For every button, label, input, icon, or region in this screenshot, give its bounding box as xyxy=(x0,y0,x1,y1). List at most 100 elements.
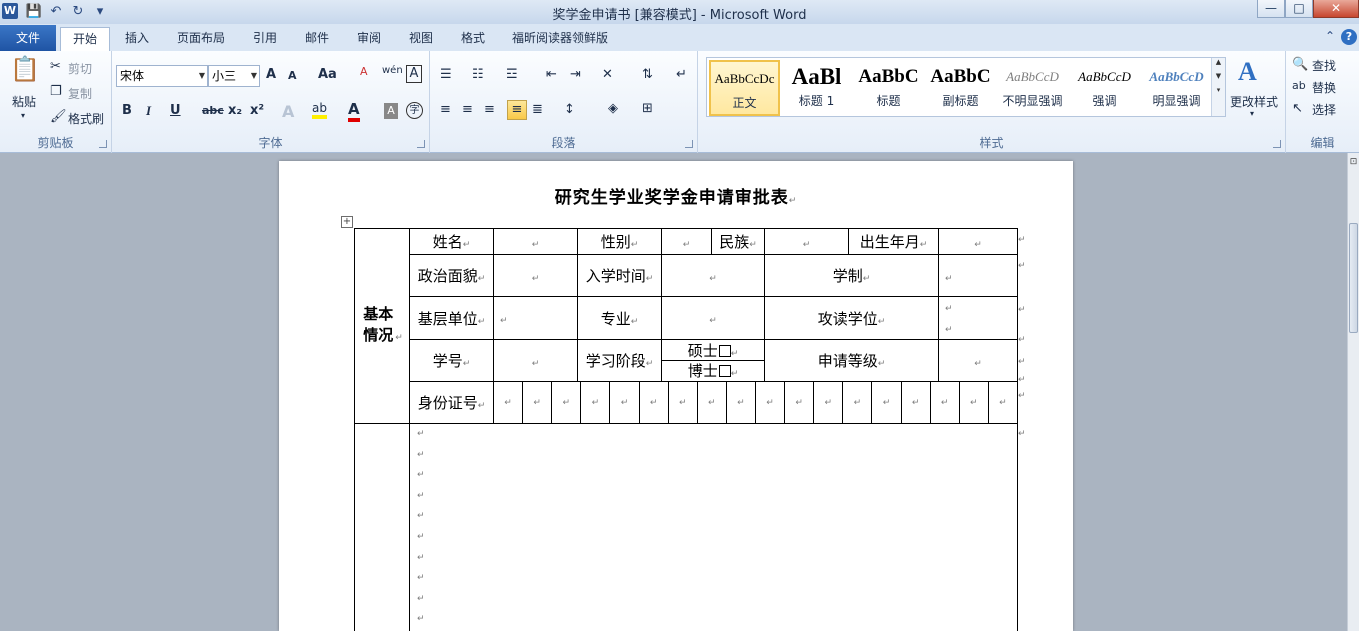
tab-foxit-reader[interactable]: 福昕阅读器领鲜版 xyxy=(504,27,616,51)
style-title[interactable]: AaBbC 标题 xyxy=(853,60,924,116)
id-card-digit-cell[interactable]: ↵ xyxy=(696,382,726,423)
underline-button[interactable]: U xyxy=(170,103,181,118)
strikethrough-button[interactable]: abc xyxy=(202,104,224,117)
style-intense-emphasis[interactable]: AaBbCcD 明显强调 xyxy=(1141,60,1212,116)
tab-file[interactable]: 文件 xyxy=(0,25,56,51)
copy-icon[interactable]: ❐ xyxy=(50,84,62,99)
minimize-button[interactable]: — xyxy=(1257,0,1285,18)
styles-launcher-icon[interactable] xyxy=(1273,140,1281,148)
degree-value-cell[interactable]: ↵ ↵ xyxy=(938,296,1018,340)
birth-value-cell[interactable]: ↵ xyxy=(938,228,1018,255)
bullets-icon[interactable]: ☰ xyxy=(440,67,452,82)
id-card-digit-cell[interactable]: ↵ xyxy=(958,382,988,423)
replace-button[interactable]: 替换 xyxy=(1312,79,1336,96)
gender-label-cell[interactable]: 性别↵ xyxy=(577,228,662,255)
chevron-down-icon[interactable]: ▼ xyxy=(199,66,205,86)
section-two-label-cell[interactable] xyxy=(354,423,410,631)
tab-home[interactable]: 开始 xyxy=(60,27,110,51)
political-value-cell[interactable]: ↵ xyxy=(493,254,578,297)
more-styles-icon[interactable]: ▾ xyxy=(1212,86,1225,94)
tab-format[interactable]: 格式 xyxy=(450,27,496,51)
id-card-label-cell[interactable]: 身份证号↵ xyxy=(409,381,494,424)
tab-page-layout[interactable]: 页面布局 xyxy=(168,27,234,51)
text-effects-icon[interactable]: A xyxy=(282,102,294,121)
multilevel-list-icon[interactable]: ☲ xyxy=(506,67,518,82)
doctor-checkbox[interactable] xyxy=(718,364,731,377)
close-button[interactable]: ✕ xyxy=(1313,0,1359,18)
id-card-digit-cell[interactable]: ↵ xyxy=(929,382,959,423)
birth-label-cell[interactable]: 出生年月↵ xyxy=(848,228,939,255)
style-subtle-emphasis[interactable]: AaBbCcD 不明显强调 xyxy=(997,60,1068,116)
cut-button[interactable]: 剪切 xyxy=(68,60,92,77)
font-name-combo[interactable]: 宋体 ▼ xyxy=(116,65,208,87)
character-shading-icon[interactable]: A xyxy=(384,103,398,119)
style-heading-1[interactable]: AaBl 标题 1 xyxy=(781,60,852,116)
chevron-down-icon[interactable]: ▼ xyxy=(251,66,257,86)
master-checkbox[interactable] xyxy=(718,344,731,357)
justify-icon[interactable]: ≡ xyxy=(507,100,527,120)
numbering-icon[interactable]: ☷ xyxy=(472,67,484,82)
paragraph-launcher-icon[interactable] xyxy=(685,140,693,148)
highlight-icon[interactable]: ab xyxy=(312,101,327,119)
vertical-scrollbar[interactable]: ⊡ xyxy=(1347,153,1359,631)
align-right-icon[interactable]: ≡ xyxy=(484,102,495,117)
font-color-icon[interactable]: A xyxy=(348,100,360,122)
ethnicity-label-cell[interactable]: 民族↵ xyxy=(711,228,765,255)
superscript-button[interactable]: x² xyxy=(250,103,264,118)
paste-button[interactable]: 粘贴 xyxy=(12,93,36,110)
format-painter-icon[interactable]: 🖌 xyxy=(50,109,67,124)
name-value-cell[interactable]: ↵ xyxy=(493,228,578,255)
italic-button[interactable]: I xyxy=(146,103,151,119)
major-label-cell[interactable]: 专业↵ xyxy=(577,296,662,340)
name-label-cell[interactable]: 姓名↵ xyxy=(409,228,494,255)
paragraph-shading-icon[interactable]: ◈ xyxy=(608,101,618,116)
chevron-down-icon[interactable]: ▼ xyxy=(1212,72,1225,80)
id-card-digit-cell[interactable]: ↵ xyxy=(725,382,755,423)
clipboard-launcher-icon[interactable] xyxy=(99,140,107,148)
bold-button[interactable]: B xyxy=(122,103,132,118)
id-card-digit-cell[interactable]: ↵ xyxy=(987,382,1017,423)
replace-icon[interactable]: ab xyxy=(1292,79,1306,92)
stage-value-cell[interactable]: 硕士 ↵ 博士 ↵ xyxy=(661,339,765,382)
font-size-combo[interactable]: 小三 ▼ xyxy=(208,65,260,87)
paste-dropdown-icon[interactable]: ▾ xyxy=(21,111,25,120)
tab-view[interactable]: 视图 xyxy=(398,27,444,51)
tab-references[interactable]: 引用 xyxy=(242,27,288,51)
style-normal[interactable]: AaBbCcDc 正文 xyxy=(709,60,780,116)
tab-insert[interactable]: 插入 xyxy=(114,27,160,51)
select-icon[interactable]: ↖ xyxy=(1292,101,1303,116)
id-card-digit-cell[interactable]: ↵ xyxy=(638,382,668,423)
major-value-cell[interactable]: ↵ xyxy=(661,296,765,340)
student-id-label-cell[interactable]: 学号↵ xyxy=(409,339,494,382)
enroll-value-cell[interactable]: ↵ xyxy=(661,254,765,297)
shrink-font-icon[interactable]: A xyxy=(288,69,297,82)
gender-value-cell[interactable]: ↵ xyxy=(661,228,712,255)
collapse-ribbon-icon[interactable]: ⌃ xyxy=(1325,29,1335,45)
paste-icon[interactable]: 📋 xyxy=(10,55,40,89)
line-spacing-icon[interactable]: ↕ xyxy=(564,102,575,117)
borders-icon[interactable]: ⊞ xyxy=(642,101,653,116)
doctor-option[interactable]: 博士 ↵ xyxy=(663,361,764,381)
help-icon[interactable]: ? xyxy=(1341,29,1357,45)
find-button[interactable]: 查找 xyxy=(1312,57,1336,74)
change-case-icon[interactable]: Aa xyxy=(318,67,337,82)
align-left-icon[interactable]: ≡ xyxy=(440,102,451,117)
change-styles-icon[interactable]: A xyxy=(1238,57,1257,87)
copy-button[interactable]: 复制 xyxy=(68,85,92,102)
character-border-icon[interactable]: A xyxy=(406,65,422,83)
document-page[interactable]: 研究生学业奖学金申请审批表↵ + 基本情况 ↵ 姓名↵ ↵ 性别↵ ↵ 民族↵ ↵… xyxy=(279,161,1073,631)
table-move-handle-icon[interactable]: + xyxy=(341,216,353,228)
id-card-digit-cell[interactable]: ↵ xyxy=(609,382,638,423)
change-styles-button[interactable]: 更改样式 xyxy=(1230,93,1278,110)
id-card-digit-cell[interactable]: ↵ xyxy=(900,382,930,423)
gallery-scroll[interactable]: ▲ ▼ ▾ xyxy=(1211,58,1225,116)
political-label-cell[interactable]: 政治面貌↵ xyxy=(409,254,494,297)
chevron-up-icon[interactable]: ▲ xyxy=(1212,58,1225,66)
degree-label-cell[interactable]: 攻读学位↵ xyxy=(764,296,939,340)
unit-label-cell[interactable]: 基层单位↵ xyxy=(409,296,494,340)
id-card-digit-cell[interactable]: ↵ xyxy=(551,382,580,423)
stage-label-cell[interactable]: 学习阶段↵ xyxy=(577,339,662,382)
ethnicity-value-cell[interactable]: ↵ xyxy=(764,228,849,255)
font-launcher-icon[interactable] xyxy=(417,140,425,148)
id-card-digit-cell[interactable]: ↵ xyxy=(784,382,813,423)
